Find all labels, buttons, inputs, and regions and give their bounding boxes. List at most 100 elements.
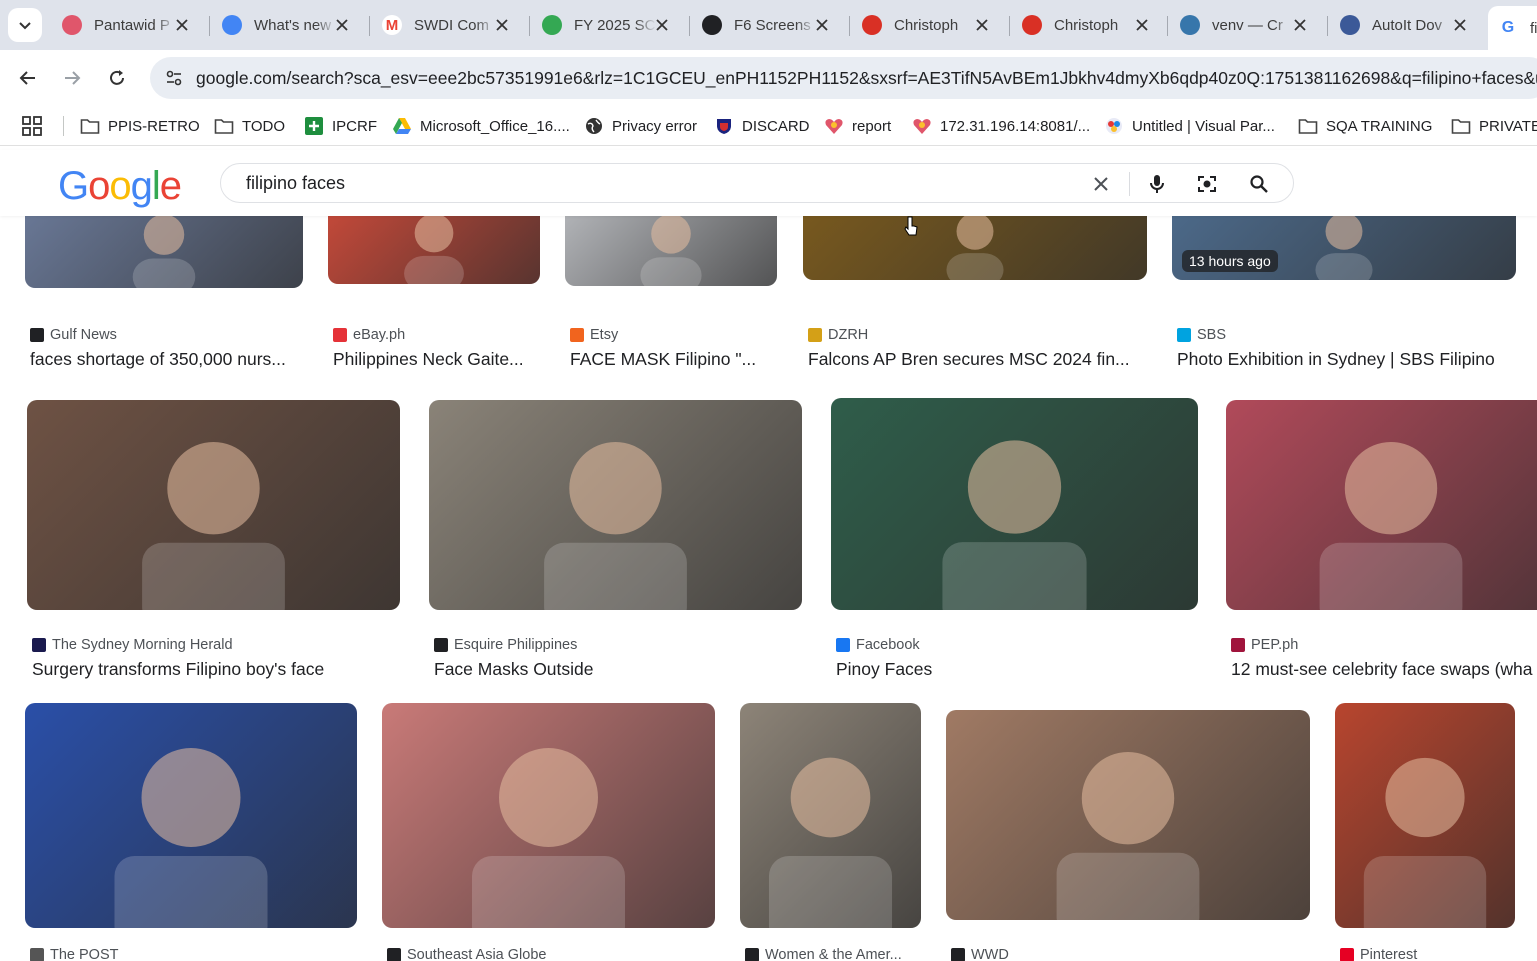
result-thumbnail[interactable]: [328, 216, 540, 284]
result-source[interactable]: The POST: [30, 947, 119, 961]
forward-button[interactable]: [56, 62, 88, 94]
result-title[interactable]: Photo Exhibition in Sydney | SBS Filipin…: [1177, 349, 1517, 370]
tab-close-button[interactable]: [972, 15, 992, 35]
browser-tab[interactable]: M SWDI Com: [372, 6, 522, 44]
bookmark-item[interactable]: Privacy error: [584, 112, 697, 140]
result-thumbnail[interactable]: [25, 703, 357, 928]
source-favicon-icon: [32, 638, 46, 652]
result-thumbnail[interactable]: [740, 703, 921, 928]
apps-button[interactable]: [22, 116, 42, 141]
tab-separator: [1327, 16, 1328, 36]
result-source[interactable]: Pinterest: [1340, 947, 1417, 961]
result-thumbnail[interactable]: [831, 398, 1198, 610]
tab-close-button[interactable]: [652, 15, 672, 35]
browser-tab[interactable]: Christoph: [1012, 6, 1162, 44]
bookmark-item[interactable]: PPIS-RETRO: [80, 112, 200, 140]
result-source[interactable]: Esquire Philippines: [434, 637, 577, 653]
result-title[interactable]: Surgery transforms Filipino boy's face: [32, 659, 332, 680]
bookmark-item[interactable]: report: [824, 112, 891, 140]
result-thumbnail[interactable]: [27, 400, 400, 610]
search-box[interactable]: filipino faces: [220, 163, 1294, 203]
tab-title: AutoIt Dov: [1372, 16, 1443, 34]
tab-close-button[interactable]: [172, 15, 192, 35]
browser-tab[interactable]: FY 2025 SC: [532, 6, 682, 44]
google-logo[interactable]: Google: [58, 164, 182, 209]
browser-tab[interactable]: Pantawid P: [52, 6, 202, 44]
result-source[interactable]: Facebook: [836, 637, 920, 653]
tune-icon: [166, 70, 182, 86]
result-title[interactable]: 12 must-see celebrity face swaps (wha: [1231, 659, 1537, 680]
result-thumbnail[interactable]: [946, 710, 1310, 920]
source-name: PEP.ph: [1251, 637, 1299, 653]
result-title[interactable]: Philippines Neck Gaite...: [333, 349, 537, 370]
result-title[interactable]: Falcons AP Bren secures MSC 2024 fin...: [808, 349, 1148, 370]
source-name: Esquire Philippines: [454, 637, 578, 653]
clear-search-button[interactable]: [1087, 170, 1115, 198]
back-button[interactable]: [12, 62, 44, 94]
tab-title: Christoph: [894, 16, 959, 34]
browser-tab[interactable]: What's new: [212, 6, 362, 44]
result-thumbnail[interactable]: [1226, 400, 1537, 610]
bookmark-item[interactable]: SQA TRAINING: [1298, 112, 1432, 140]
tab-close-button[interactable]: [1132, 15, 1152, 35]
result-source[interactable]: The Sydney Morning Herald: [32, 637, 233, 653]
browser-tab[interactable]: AutoIt Dov: [1330, 6, 1480, 44]
lens-search-button[interactable]: [1193, 170, 1221, 198]
bookmark-item[interactable]: TODO: [214, 112, 285, 140]
bookmark-item[interactable]: Microsoft_Office_16....: [392, 112, 570, 140]
tab-close-button[interactable]: [492, 15, 512, 35]
result-thumbnail[interactable]: 13 hours ago: [1172, 216, 1516, 280]
bookmark-item[interactable]: DISCARD: [714, 112, 810, 140]
voice-search-button[interactable]: [1143, 170, 1171, 198]
source-name: Facebook: [856, 637, 920, 653]
tab-title: F6 Screens: [734, 16, 811, 34]
result-thumbnail[interactable]: [429, 400, 802, 610]
result-thumbnail[interactable]: [1335, 703, 1515, 928]
bookmark-item[interactable]: IPCRF: [304, 112, 377, 140]
result-title[interactable]: Face Masks Outside: [434, 659, 794, 680]
result-source[interactable]: PEP.ph: [1231, 637, 1298, 653]
browser-tab[interactable]: Christoph: [852, 6, 1002, 44]
tab-search-button[interactable]: [8, 8, 42, 42]
result-thumbnail[interactable]: [382, 703, 715, 928]
source-favicon-icon: [1340, 948, 1354, 961]
tab-close-button[interactable]: [812, 15, 832, 35]
source-name: Pinterest: [1360, 947, 1418, 961]
browser-tab[interactable]: Gfi: [1488, 6, 1537, 50]
bookmark-item[interactable]: Untitled | Visual Par...: [1104, 112, 1275, 140]
result-title[interactable]: FACE MASK Filipino "...: [570, 349, 774, 370]
bookmarks-bar: PPIS-RETRO TODO IPCRF Microsoft_Office_16..…: [0, 106, 1537, 146]
result-source[interactable]: Etsy: [570, 327, 618, 343]
browser-tab[interactable]: venv — Cr: [1170, 6, 1320, 44]
result-thumbnail[interactable]: [803, 216, 1147, 280]
tab-close-button[interactable]: [332, 15, 352, 35]
close-icon: [656, 19, 668, 31]
url-text[interactable]: google.com/search?sca_esv=eee2bc57351991…: [196, 68, 1537, 89]
google-g-icon: G: [1498, 18, 1518, 38]
tab-close-button[interactable]: [1450, 15, 1470, 35]
browser-tab[interactable]: F6 Screens: [692, 6, 842, 44]
result-title[interactable]: Pinoy Faces: [836, 659, 1196, 680]
result-source[interactable]: DZRH: [808, 327, 868, 343]
google-header: Google filipino faces: [0, 150, 1537, 216]
result-source[interactable]: WWD: [951, 947, 1009, 961]
result-source[interactable]: eBay.ph: [333, 327, 405, 343]
result-source[interactable]: Gulf News: [30, 327, 117, 343]
result-title[interactable]: faces shortage of 350,000 nurs...: [30, 349, 298, 370]
heart-logo-icon: [824, 116, 844, 136]
bookmark-item[interactable]: PRIVATE: [1451, 112, 1537, 140]
search-input[interactable]: filipino faces: [246, 173, 345, 194]
result-source[interactable]: Southeast Asia Globe: [387, 947, 546, 961]
source-favicon-icon: [1231, 638, 1245, 652]
search-submit-button[interactable]: [1245, 170, 1273, 198]
tab-close-button[interactable]: [1290, 15, 1310, 35]
result-thumbnail[interactable]: [25, 216, 303, 288]
result-source[interactable]: Women & the Amer...: [745, 947, 902, 961]
result-thumbnail[interactable]: [565, 216, 777, 286]
address-bar[interactable]: google.com/search?sca_esv=eee2bc57351991…: [150, 57, 1537, 99]
result-source[interactable]: SBS: [1177, 327, 1226, 343]
site-info-button[interactable]: [158, 62, 190, 94]
reload-button[interactable]: [101, 62, 133, 94]
bookmark-label: 172.31.196.14:8081/...: [940, 117, 1091, 135]
bookmark-item[interactable]: 172.31.196.14:8081/...: [912, 112, 1090, 140]
